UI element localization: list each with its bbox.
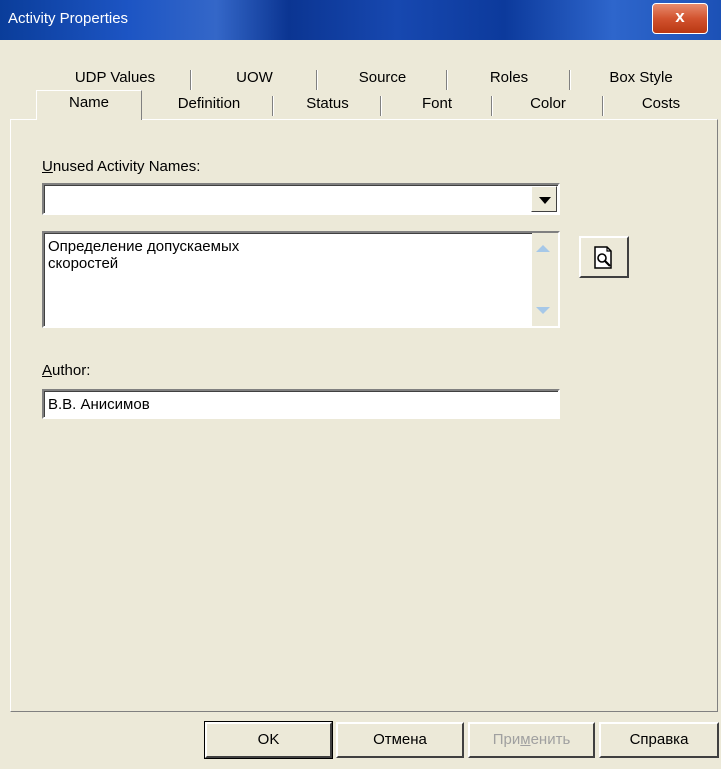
tab-label: Source bbox=[358, 69, 407, 86]
unused-names-label-accel: U bbox=[42, 158, 53, 175]
activity-name-text: Определение допускаемых скоростей bbox=[48, 238, 240, 272]
scroll-up-icon[interactable] bbox=[536, 245, 550, 252]
close-icon: x bbox=[675, 7, 685, 26]
tab-label: UOW bbox=[236, 69, 273, 86]
unused-names-dropdown[interactable] bbox=[42, 183, 560, 215]
tab-status[interactable]: Status bbox=[275, 92, 382, 116]
apply-label-a: При bbox=[492, 731, 521, 748]
tab-label: UDP Values bbox=[74, 69, 156, 86]
ok-button[interactable]: OK bbox=[204, 721, 333, 759]
title-bar[interactable]: Activity Properties x bbox=[0, 0, 721, 40]
tab-box-style[interactable]: Box Style bbox=[572, 66, 710, 90]
close-button[interactable]: x bbox=[652, 3, 708, 34]
tab-costs[interactable]: Costs bbox=[605, 92, 717, 116]
author-field[interactable]: В.В. Анисимов bbox=[42, 389, 560, 419]
author-value: В.В. Анисимов bbox=[48, 396, 150, 413]
help-button[interactable]: Справка bbox=[599, 722, 719, 758]
tab-label: Definition bbox=[177, 95, 241, 112]
tab-source[interactable]: Source bbox=[319, 66, 448, 90]
author-label-accel: A bbox=[42, 362, 53, 379]
tab-roles[interactable]: Roles bbox=[449, 66, 571, 90]
tab-label: Name bbox=[68, 94, 109, 111]
apply-button[interactable]: Применить bbox=[468, 722, 595, 758]
tab-definition[interactable]: Definition bbox=[146, 92, 274, 116]
tab-font[interactable]: Font bbox=[383, 92, 493, 116]
tab-name[interactable]: Name bbox=[36, 90, 142, 120]
chevron-down-icon[interactable] bbox=[531, 186, 557, 212]
vertical-scrollbar[interactable] bbox=[532, 233, 558, 326]
browse-button[interactable] bbox=[579, 236, 629, 278]
tab-udp-values[interactable]: UDP Values bbox=[40, 66, 192, 90]
tab-label: Color bbox=[530, 95, 566, 112]
cancel-button[interactable]: Отмена bbox=[336, 722, 464, 758]
unused-names-label: Unused Activity Names: bbox=[42, 158, 200, 175]
tab-color[interactable]: Color bbox=[494, 92, 604, 116]
tab-label: Roles bbox=[489, 69, 529, 86]
window-title: Activity Properties bbox=[8, 10, 129, 27]
tab-label: Status bbox=[306, 95, 349, 112]
author-label-text: uthor: bbox=[52, 362, 91, 379]
tab-label: Font bbox=[421, 95, 452, 112]
activity-name-textarea[interactable]: Определение допускаемых скоростей bbox=[42, 231, 560, 328]
author-label: Author: bbox=[42, 362, 90, 379]
tab-uow[interactable]: UOW bbox=[193, 66, 318, 90]
tab-label: Costs bbox=[641, 95, 681, 112]
apply-label-b: енить bbox=[530, 731, 571, 748]
unused-names-label-text: nused Activity Names: bbox=[52, 158, 201, 175]
tab-label: Box Style bbox=[609, 69, 673, 86]
browse-document-icon bbox=[594, 246, 612, 269]
scroll-down-icon[interactable] bbox=[536, 307, 550, 314]
apply-label-accel: м bbox=[520, 731, 531, 748]
dialog-window: Activity Properties x UDP Values UOW Sou… bbox=[0, 0, 721, 769]
